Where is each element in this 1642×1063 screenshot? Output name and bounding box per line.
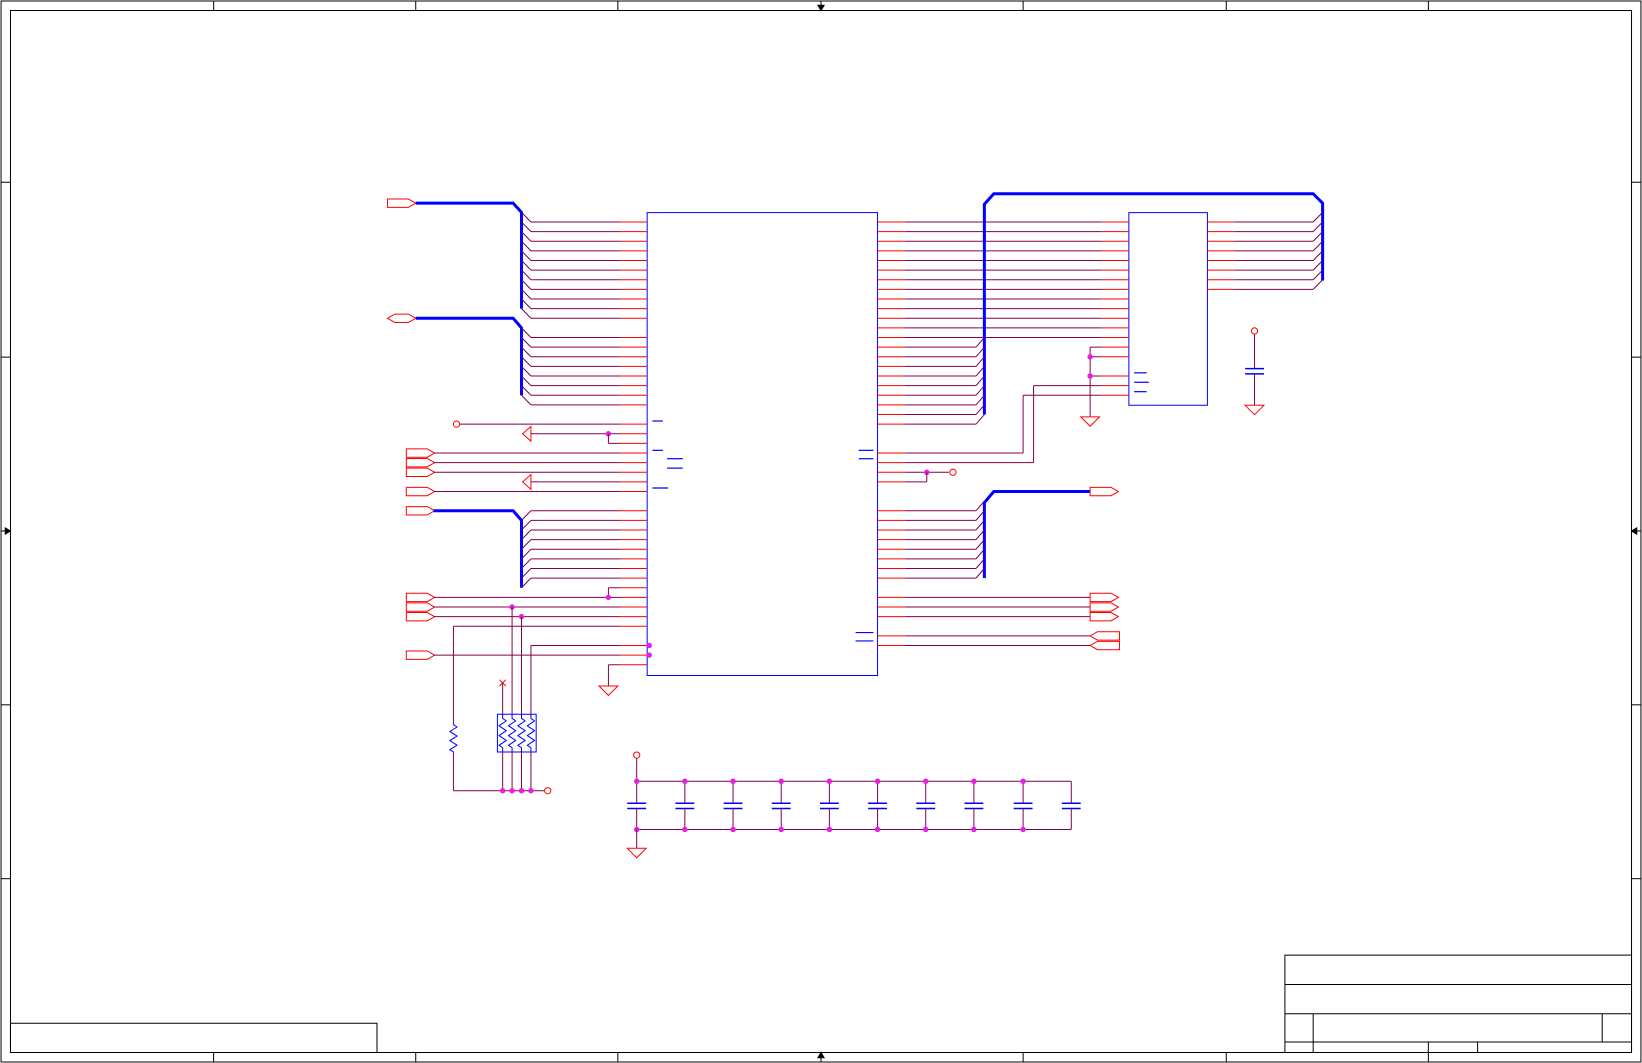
decoupling-capacitor (1245, 328, 1264, 415)
center-arrow-icon (818, 1053, 824, 1058)
power-icon (950, 469, 956, 475)
revision-box-border (10, 1023, 377, 1052)
junction-dot (682, 778, 688, 785)
resistor-network-element (527, 714, 534, 752)
drawing-frame (1, 1, 1641, 1062)
input-triangle-icon (523, 426, 531, 441)
port-icon (1090, 487, 1118, 495)
inner-border (10, 10, 1631, 1052)
right-bus-bottom (878, 487, 1119, 578)
junction-dot (509, 787, 515, 794)
ground-icon (599, 686, 618, 695)
power-icon (1251, 328, 1257, 334)
port-icon (1090, 603, 1118, 611)
port-icon (406, 603, 434, 611)
outer-border (1, 1, 1641, 1062)
port-icon (387, 199, 415, 207)
right-ports (878, 593, 1120, 650)
left-control-signals (406, 421, 652, 695)
junction-dot (518, 787, 525, 794)
center-arrow-icon (818, 5, 824, 10)
left-bus-2 (387, 314, 647, 405)
bus (984, 492, 1090, 579)
port-icon (1090, 632, 1119, 640)
junction-dot (646, 642, 652, 649)
left-bus-3 (406, 507, 647, 588)
resistor-network-element (499, 714, 506, 752)
resistor-network-element (508, 714, 515, 752)
bus (984, 194, 1322, 415)
junction-dot (778, 778, 784, 785)
resistor-icon (450, 723, 457, 754)
bus-entry (522, 511, 531, 521)
bus (434, 511, 522, 588)
junction-dot (922, 778, 929, 785)
right-ic (1129, 213, 1208, 406)
right-ic-body (1129, 213, 1208, 406)
resistor-network-element (518, 714, 525, 752)
port-icon (1090, 593, 1118, 601)
junction-dot (778, 826, 784, 833)
junction-dot (826, 778, 833, 785)
left-bus-1 (387, 199, 647, 318)
main-ic (647, 213, 877, 676)
port-icon (406, 487, 434, 495)
title-block-border (1285, 955, 1632, 1052)
port-icon (406, 651, 434, 659)
junction-dot (499, 787, 506, 794)
center-arrow-icon (5, 528, 10, 534)
bus (416, 318, 522, 395)
junction-dot (922, 826, 929, 833)
junction-dot (971, 826, 977, 833)
main-ic-body (647, 213, 877, 676)
junction-dot (826, 826, 833, 833)
junction-dot (528, 787, 534, 794)
port-icon (406, 507, 434, 515)
junction-dot (682, 826, 688, 833)
ground-icon (1081, 417, 1100, 426)
pullup-resistors (450, 607, 551, 794)
junction-dot (730, 778, 736, 785)
port-icon (406, 468, 434, 476)
power-icon (453, 421, 459, 427)
junction-dot (874, 826, 881, 833)
port-icon (406, 449, 434, 457)
junction-dot (1087, 373, 1093, 379)
port-icon (406, 458, 434, 466)
junction-dot (1020, 778, 1026, 785)
junction-dot (971, 778, 977, 785)
ground-icon (627, 848, 646, 857)
bus-entry (1313, 280, 1322, 290)
port-icon (387, 314, 415, 322)
port-icon (406, 593, 434, 601)
bus-entry (522, 395, 531, 405)
capacitor-bank (627, 752, 1080, 858)
junction-dot (1020, 826, 1026, 833)
schematic-diagram (0, 0, 1642, 1063)
input-triangle-icon (523, 475, 531, 490)
ground-icon (1245, 405, 1264, 414)
right-bus-top (878, 194, 1323, 424)
junction-dot (605, 594, 612, 601)
port-icon (1090, 612, 1118, 620)
junction-dot (874, 778, 881, 785)
power-icon (545, 788, 551, 794)
junction-dot (646, 652, 652, 658)
bus (416, 203, 522, 308)
junction-dot (1087, 354, 1093, 360)
junction-dot (633, 778, 640, 785)
junction-dot (730, 826, 736, 833)
power-icon (634, 752, 640, 758)
title-block (1285, 955, 1632, 1052)
bus-entry (976, 415, 984, 425)
port-icon (406, 612, 434, 620)
center-arrow-icon (1632, 528, 1637, 534)
port-icon (1090, 641, 1119, 649)
revision-box (10, 1023, 377, 1052)
bus-entry (522, 309, 531, 319)
